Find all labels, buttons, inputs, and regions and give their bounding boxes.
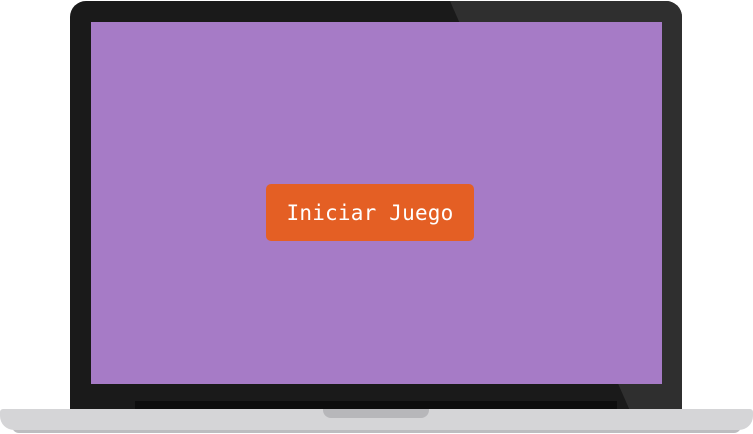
laptop-mockup: Iniciar Juego	[0, 0, 753, 434]
laptop-opening-notch	[323, 409, 429, 418]
start-game-button[interactable]: Iniciar Juego	[266, 184, 474, 241]
game-screen: Iniciar Juego	[91, 22, 662, 384]
